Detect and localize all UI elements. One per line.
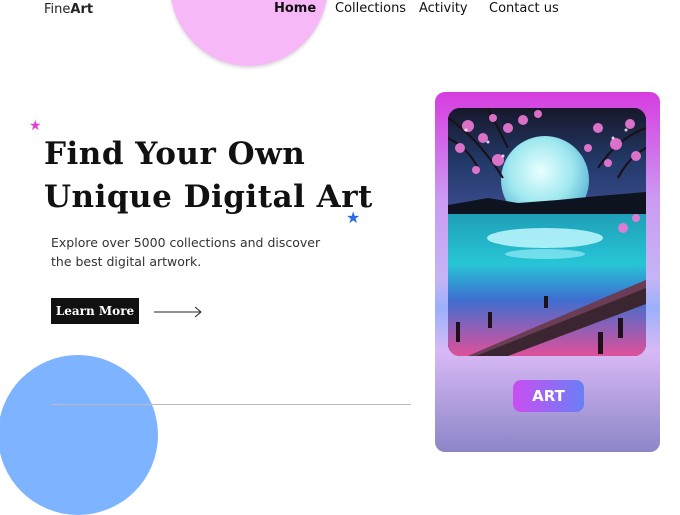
featured-artwork-image — [448, 108, 646, 356]
hero-title: Find Your Own Unique Digital Art — [44, 133, 373, 219]
hero-description: Explore over 5000 collections and discov… — [51, 233, 321, 271]
right-arrow-icon[interactable] — [154, 306, 204, 318]
nav-activity-link[interactable]: Activity — [419, 1, 468, 16]
logo-text-light: Fine — [44, 2, 71, 17]
nav-contact-link[interactable]: Contact us — [489, 1, 559, 16]
logo-text-bold: Art — [70, 2, 94, 17]
nav-collections-link[interactable]: Collections — [335, 1, 406, 16]
featured-art-card: ART — [435, 92, 660, 452]
hero-title-line-2: Unique Digital Art — [44, 179, 373, 215]
hero-title-line-1: Find Your Own — [44, 136, 306, 172]
moonlit-lake-painting — [448, 108, 646, 356]
section-divider — [51, 404, 411, 405]
hero-description-line-2: the best digital artwork. — [51, 254, 202, 269]
site-logo[interactable]: FineArt — [44, 2, 93, 17]
nav-home-link[interactable]: Home — [274, 1, 316, 16]
learn-more-button[interactable]: Learn More — [51, 298, 139, 324]
hero-description-line-1: Explore over 5000 collections and discov… — [51, 235, 321, 250]
art-button[interactable]: ART — [513, 380, 584, 412]
decorative-blue-circle — [0, 355, 158, 515]
star-icon: ★ — [29, 118, 42, 134]
